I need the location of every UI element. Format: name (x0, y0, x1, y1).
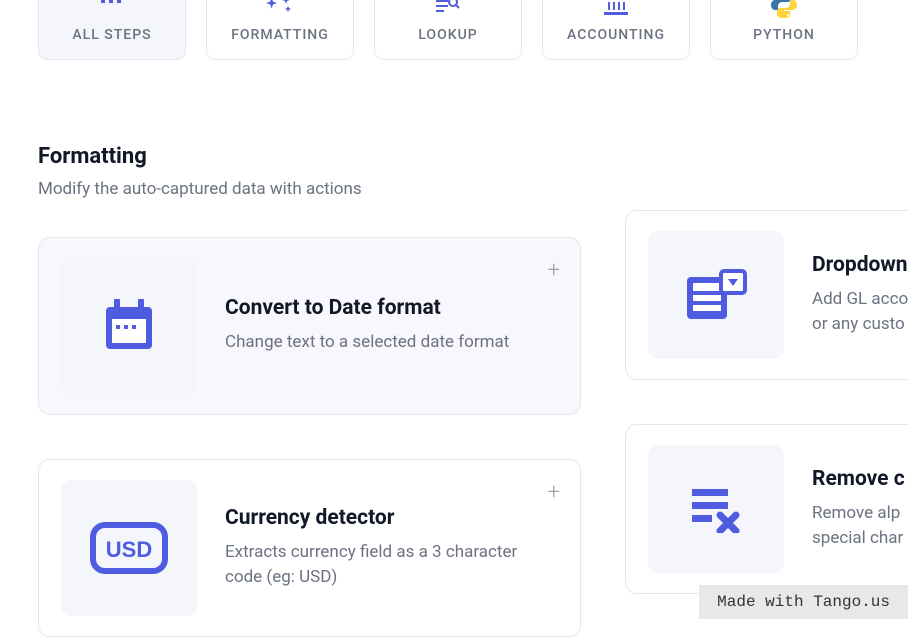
sparkle-icon (266, 0, 294, 17)
section-title: Formatting (38, 144, 870, 169)
python-icon (769, 0, 799, 17)
grid-icon (101, 0, 123, 17)
card-desc: Remove alp special char (812, 501, 908, 552)
dropdown-icon (683, 267, 749, 323)
card-desc: Change text to a selected date format (225, 330, 558, 356)
accounting-icon (604, 0, 628, 17)
usd-icon: USD (90, 522, 168, 574)
card-icon-box: USD (61, 480, 197, 616)
card-desc: Extracts currency field as a 3 character… (225, 540, 558, 591)
tab-lookup[interactable]: LOOKUP (374, 0, 522, 60)
card-content: Remove c Remove alp special char (812, 467, 908, 552)
svg-text:USD: USD (106, 537, 152, 562)
tab-label: PYTHON (753, 27, 815, 43)
card-title: Convert to Date format (225, 296, 558, 320)
right-cards-column: Dropdown Add GL acco or any custo Remove… (625, 210, 908, 594)
watermark: Made with Tango.us (699, 585, 908, 619)
card-title: Remove c (812, 467, 908, 491)
tab-formatting[interactable]: FORMATTING (206, 0, 354, 60)
card-title: Currency detector (225, 506, 558, 530)
card-title: Dropdown (812, 253, 908, 277)
card-content: Dropdown Add GL acco or any custo (812, 253, 908, 338)
card-dropdown[interactable]: Dropdown Add GL acco or any custo (625, 210, 908, 380)
tabs-row: ALL STEPS FORMATTING LOOKUP ACCOUNTING P… (0, 0, 908, 60)
tab-python[interactable]: PYTHON (710, 0, 858, 60)
plus-icon[interactable]: + (548, 480, 560, 505)
tab-accounting[interactable]: ACCOUNTING (542, 0, 690, 60)
section-subtitle: Modify the auto-captured data with actio… (38, 179, 870, 199)
tab-label: ACCOUNTING (567, 27, 665, 43)
card-convert-date[interactable]: Convert to Date format Change text to a … (38, 237, 581, 415)
plus-icon[interactable]: + (548, 258, 560, 283)
tab-label: LOOKUP (418, 27, 477, 43)
card-currency-detector[interactable]: USD Currency detector Extracts currency … (38, 459, 581, 637)
card-remove-characters[interactable]: Remove c Remove alp special char (625, 424, 908, 594)
card-content: Currency detector Extracts currency fiel… (225, 506, 558, 591)
card-content: Convert to Date format Change text to a … (225, 296, 558, 356)
card-icon-box (61, 258, 197, 394)
tab-label: ALL STEPS (72, 27, 151, 43)
tab-all-steps[interactable]: ALL STEPS (38, 0, 186, 60)
card-icon-box (648, 231, 784, 359)
card-desc: Add GL acco or any custo (812, 287, 908, 338)
remove-text-icon (688, 485, 744, 533)
tab-label: FORMATTING (231, 27, 329, 43)
search-doc-icon (436, 0, 460, 17)
calendar-icon (98, 295, 160, 357)
card-icon-box (648, 445, 784, 573)
